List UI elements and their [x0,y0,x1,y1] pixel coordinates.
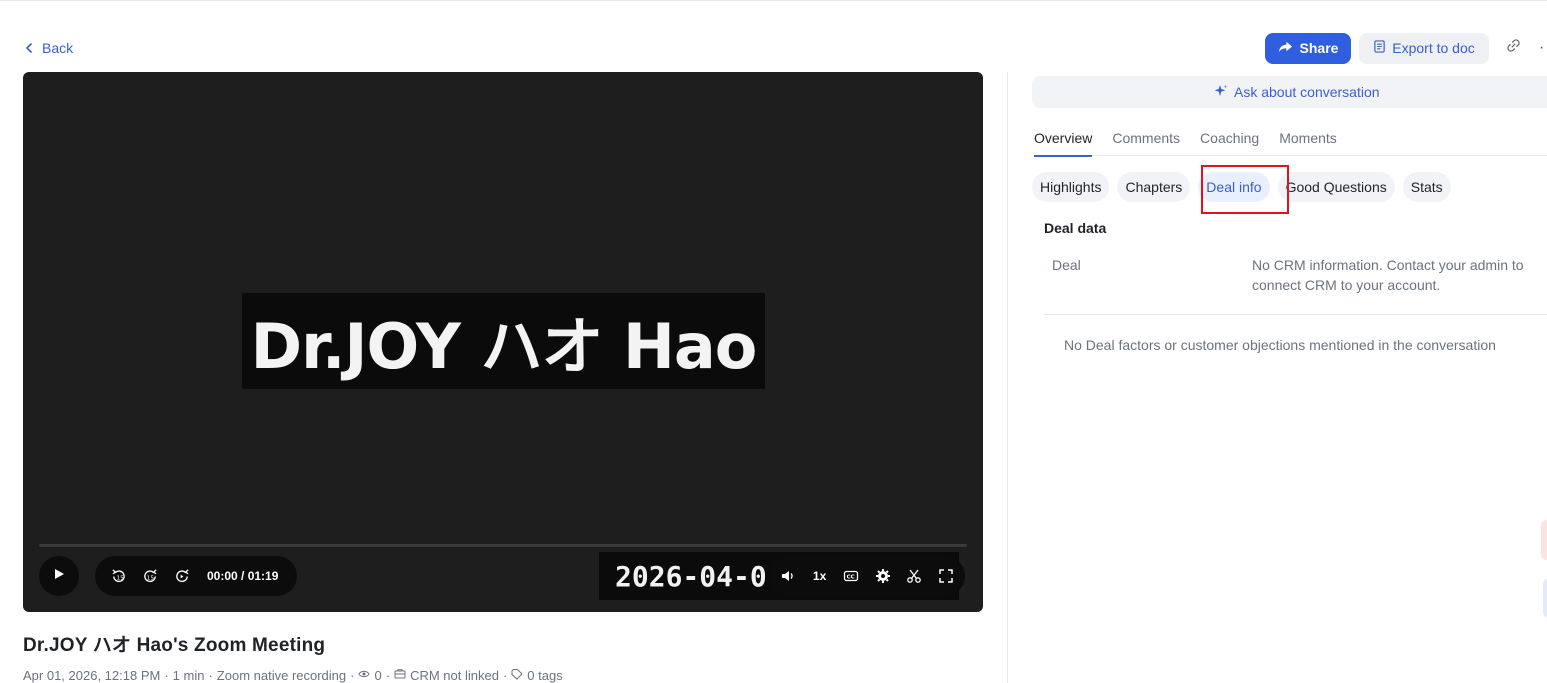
fullscreen-icon[interactable] [937,567,955,585]
share-button[interactable]: Share [1265,32,1351,64]
meta-separator: · [385,668,391,683]
volume-icon[interactable] [779,567,797,585]
conversation-tabs: Overview Comments Coaching Moments [1034,130,1547,157]
settings-gear-icon[interactable] [874,567,892,585]
skip-forward-icon[interactable] [173,567,191,585]
deal-factors-empty-message: No Deal factors or customer objections m… [1064,337,1496,353]
chip-highlights[interactable]: Highlights [1032,172,1110,202]
meta-separator: · [350,668,355,683]
deal-divider [1044,314,1547,315]
more-dots-icon: ··· [1539,39,1547,56]
svg-text:15: 15 [116,575,124,581]
tag-count[interactable]: 0 tags [527,668,562,683]
rewind-15-icon[interactable]: 15 [109,567,127,585]
recording-date-text: 2026-04-0 [615,559,767,593]
video-progress-bar[interactable] [39,544,967,547]
tab-comments[interactable]: Comments [1112,130,1180,156]
forward-15-icon[interactable]: 15 [141,567,159,585]
chip-deal-info[interactable]: Deal info [1198,172,1270,202]
tab-overview[interactable]: Overview [1034,130,1093,157]
panel-divider [1007,72,1008,683]
svg-text:CC: CC [847,574,855,580]
sparkle-icon [1214,84,1228,101]
ask-about-conversation-button[interactable]: Ask about conversation [1032,76,1547,108]
crm-icon [394,668,406,683]
deal-field-value: No CRM information. Contact your admin t… [1252,257,1524,293]
recording-source: Zoom native recording [216,668,347,683]
ask-label: Ask about conversation [1234,84,1380,100]
copy-link-button[interactable] [1503,38,1523,58]
document-icon [1373,40,1386,56]
meeting-duration: 1 min [172,668,205,683]
meta-separator: · [208,668,213,683]
tab-moments[interactable]: Moments [1279,130,1337,156]
back-link[interactable]: Back [24,38,73,58]
floating-widget-edge[interactable] [1541,520,1547,560]
top-toolbar: Share Export to doc ··· [1265,32,1547,64]
share-arrow-icon [1278,39,1293,57]
deal-field-label: Deal [1052,257,1081,273]
play-icon [53,567,65,585]
clip-scissors-icon[interactable] [905,567,923,585]
top-divider [0,0,1547,1]
floating-widget-edge[interactable] [1543,578,1547,618]
overview-subtabs: Highlights Chapters Deal info Good Quest… [1032,172,1451,202]
playback-controls: 15 15 00:00 / 01:19 [95,556,297,596]
timecode: 00:00 / 01:19 [207,569,279,583]
tag-icon [511,668,523,683]
export-to-doc-button[interactable]: Export to doc [1359,32,1489,64]
participant-name-text: Dr.JOY ハオ Hao [250,310,758,383]
captions-icon[interactable]: CC [842,567,860,585]
eye-icon [358,668,371,683]
svg-text:15: 15 [146,575,154,581]
play-button[interactable] [39,556,79,596]
deal-data-heading: Deal data [1044,220,1107,236]
meeting-meta: Apr 01, 2026, 12:18 PM · 1 min · Zoom na… [23,668,563,683]
meeting-date: Apr 01, 2026, 12:18 PM [23,668,161,683]
participant-name-card: Dr.JOY ハオ Hao [242,293,765,389]
video-player[interactable]: Dr.JOY ハオ Hao 15 15 00:00 / 01:19 2026-0… [23,72,983,612]
chip-good-questions[interactable]: Good Questions [1277,172,1395,202]
player-settings-controls: 1x CC [769,556,965,596]
chip-stats[interactable]: Stats [1402,172,1451,202]
tab-coaching[interactable]: Coaching [1200,130,1259,156]
playback-speed-button[interactable]: 1x [811,567,829,585]
chip-chapters[interactable]: Chapters [1117,172,1191,202]
meta-separator: · [502,668,508,683]
chevron-left-icon [24,40,34,56]
share-label: Share [1299,40,1339,56]
more-options-button[interactable]: ··· [1539,38,1547,58]
meeting-title: Dr.JOY ハオ Hao's Zoom Meeting [23,635,326,656]
meta-separator: · [164,668,169,683]
view-count: 0 [374,668,382,683]
export-label: Export to doc [1392,40,1475,56]
crm-status[interactable]: CRM not linked [410,668,499,683]
back-label: Back [42,40,74,56]
link-icon [1506,38,1521,58]
